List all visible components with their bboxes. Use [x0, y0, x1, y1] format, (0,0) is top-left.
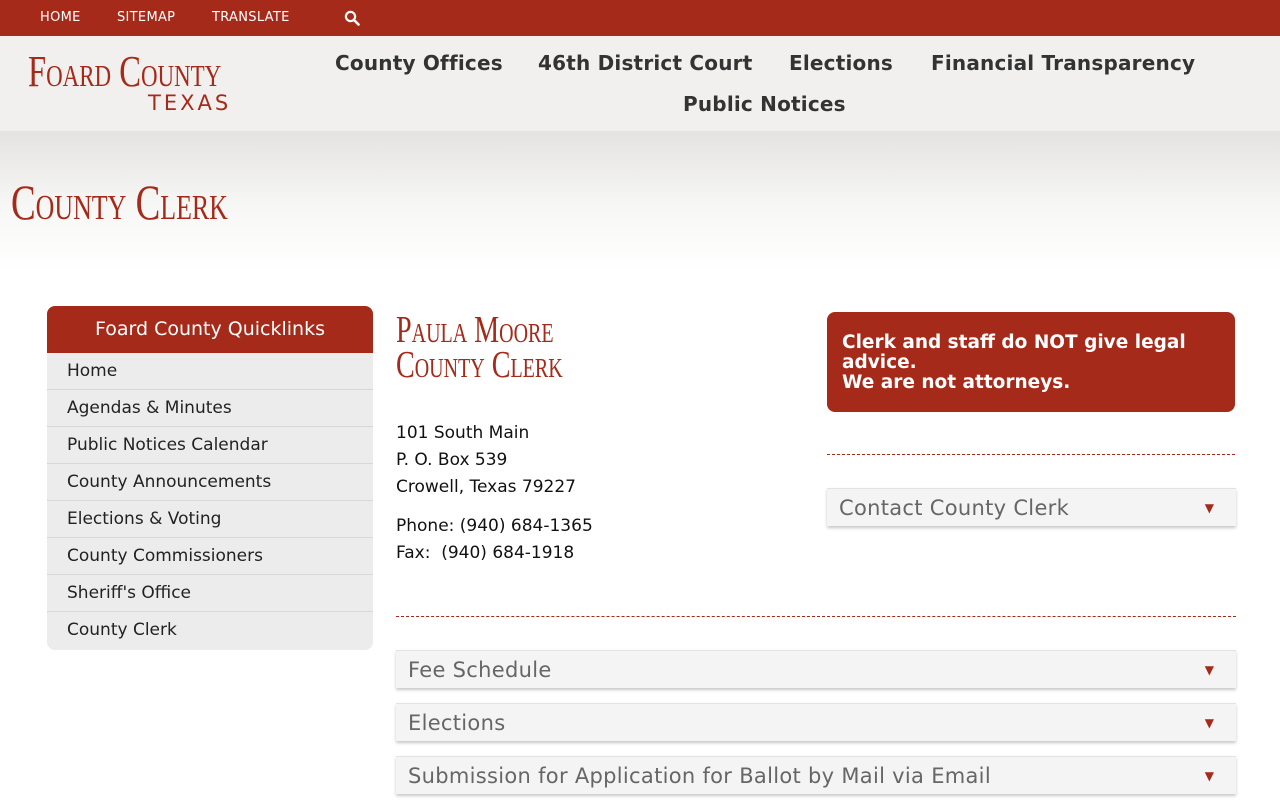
quicklink-agendas-minutes[interactable]: Agendas & Minutes: [47, 390, 373, 427]
contact-clerk-accordion[interactable]: Contact County Clerk ▼: [827, 488, 1236, 526]
phone-number: Phone: (940) 684-1365: [396, 516, 593, 536]
accordion-label: Elections: [408, 711, 506, 735]
address-po-box: P. O. Box 539: [396, 450, 508, 470]
quicklinks-panel: Foard County Quicklinks Home Agendas & M…: [47, 306, 373, 650]
ballot-by-mail-accordion[interactable]: Submission for Application for Ballot by…: [396, 756, 1236, 794]
sitemap-link[interactable]: SITEMAP: [117, 10, 175, 25]
divider: [827, 454, 1235, 455]
address-city: Crowell, Texas 79227: [396, 477, 576, 497]
quicklink-sheriffs-office[interactable]: Sheriff's Office: [47, 575, 373, 612]
chevron-down-icon: ▼: [1204, 663, 1214, 677]
accordion-label: Contact County Clerk: [839, 496, 1070, 520]
accordion-label: Fee Schedule: [408, 658, 552, 682]
accordion-label: Submission for Application for Ballot by…: [408, 764, 991, 788]
quicklink-home[interactable]: Home: [47, 353, 373, 390]
logo-county-name: Foard County: [28, 47, 222, 96]
nav-public-notices[interactable]: Public Notices: [683, 92, 846, 116]
site-header: Foard County TEXAS County Offices 46th D…: [0, 36, 1280, 131]
notice-line-1: Clerk and staff do NOT give legal advice…: [842, 332, 1186, 373]
nav-county-offices[interactable]: County Offices: [335, 51, 503, 75]
page-title: County Clerk: [11, 174, 228, 230]
quicklink-elections-voting[interactable]: Elections & Voting: [47, 501, 373, 538]
logo-state-name: TEXAS: [148, 91, 232, 115]
divider: [396, 616, 1236, 617]
utility-bar: HOME SITEMAP TRANSLATE: [0, 0, 1280, 36]
fee-schedule-accordion[interactable]: Fee Schedule ▼: [396, 650, 1236, 688]
nav-district-court[interactable]: 46th District Court: [538, 51, 753, 75]
address-street: 101 South Main: [396, 423, 530, 443]
nav-financial-transparency[interactable]: Financial Transparency: [931, 51, 1195, 75]
clerk-title: County Clerk: [396, 344, 563, 386]
fax-number: Fax: (940) 684-1918: [396, 543, 575, 563]
elections-accordion[interactable]: Elections ▼: [396, 703, 1236, 741]
chevron-down-icon: ▼: [1204, 716, 1214, 730]
nav-elections[interactable]: Elections: [789, 51, 893, 75]
translate-link[interactable]: TRANSLATE: [212, 10, 290, 25]
quicklink-county-commissioners[interactable]: County Commissioners: [47, 538, 373, 575]
quicklink-county-clerk[interactable]: County Clerk: [47, 612, 373, 648]
search-icon[interactable]: [344, 10, 360, 26]
home-link[interactable]: HOME: [40, 10, 81, 25]
quicklinks-title: Foard County Quicklinks: [47, 306, 373, 353]
legal-advice-notice: Clerk and staff do NOT give legal advice…: [827, 312, 1235, 412]
chevron-down-icon: ▼: [1204, 769, 1214, 783]
chevron-down-icon: ▼: [1204, 501, 1214, 515]
clerk-heading: Paula Moore County Clerk: [396, 309, 563, 386]
notice-line-2: We are not attorneys.: [842, 372, 1071, 393]
quicklink-county-announcements[interactable]: County Announcements: [47, 464, 373, 501]
quicklink-public-notices-calendar[interactable]: Public Notices Calendar: [47, 427, 373, 464]
clerk-name: Paula Moore: [396, 309, 554, 351]
